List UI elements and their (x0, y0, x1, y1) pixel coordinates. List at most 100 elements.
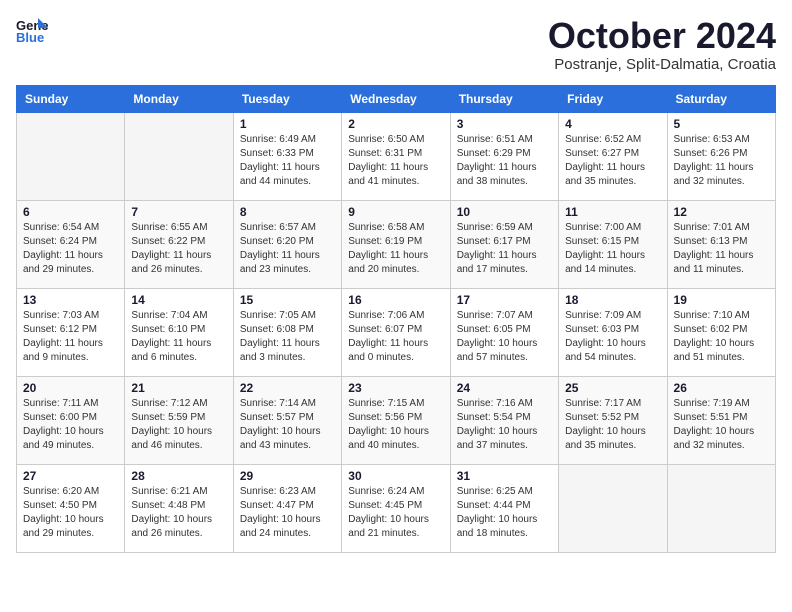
day-info: Sunrise: 6:57 AMSunset: 6:20 PMDaylight:… (240, 221, 335, 277)
day-number: 27 (23, 469, 118, 483)
weekday-header-wednesday: Wednesday (342, 85, 450, 112)
calendar-cell: 6Sunrise: 6:54 AMSunset: 6:24 PMDaylight… (17, 200, 125, 288)
day-info: Sunrise: 7:04 AMSunset: 6:10 PMDaylight:… (131, 309, 226, 365)
day-info: Sunrise: 6:55 AMSunset: 6:22 PMDaylight:… (131, 221, 226, 277)
calendar-cell: 21 Sunrise: 7:12 AMSunset: 5:59 PMDayligh… (125, 376, 233, 464)
day-info: Sunrise: 6:52 AMSunset: 6:27 PMDaylight:… (565, 133, 660, 189)
day-info: Sunrise: 7:10 AMSunset: 6:02 PMDaylight:… (674, 309, 769, 365)
calendar-cell (667, 464, 775, 552)
calendar-cell: 29 Sunrise: 6:23 AMSunset: 4:47 PMDayligh… (233, 464, 341, 552)
day-number: 10 (457, 205, 552, 219)
day-number: 17 (457, 293, 552, 307)
weekday-header-monday: Monday (125, 85, 233, 112)
day-info: Sunrise: 7:06 AMSunset: 6:07 PMDaylight:… (348, 309, 443, 365)
calendar-cell: 31 Sunrise: 6:25 AMSunset: 4:44 PMDayligh… (450, 464, 558, 552)
day-number: 21 (131, 381, 226, 395)
day-info: Sunrise: 7:11 AMSunset: 6:00 PMDaylight:… (23, 397, 118, 453)
location-subtitle: Postranje, Split-Dalmatia, Croatia (548, 56, 776, 73)
day-info: Sunrise: 7:00 AMSunset: 6:15 PMDaylight:… (565, 221, 660, 277)
day-info: Sunrise: 6:53 AMSunset: 6:26 PMDaylight:… (674, 133, 769, 189)
day-number: 8 (240, 205, 335, 219)
day-number: 15 (240, 293, 335, 307)
calendar-cell (125, 112, 233, 200)
day-info: Sunrise: 6:24 AMSunset: 4:45 PMDaylight:… (348, 485, 443, 541)
calendar-cell: 12Sunrise: 7:01 AMSunset: 6:13 PMDayligh… (667, 200, 775, 288)
calendar-table: SundayMondayTuesdayWednesdayThursdayFrid… (16, 85, 776, 553)
day-info: Sunrise: 7:19 AMSunset: 5:51 PMDaylight:… (674, 397, 769, 453)
day-number: 12 (674, 205, 769, 219)
day-number: 19 (674, 293, 769, 307)
day-info: Sunrise: 7:14 AMSunset: 5:57 PMDaylight:… (240, 397, 335, 453)
day-info: Sunrise: 6:54 AMSunset: 6:24 PMDaylight:… (23, 221, 118, 277)
day-number: 31 (457, 469, 552, 483)
day-number: 26 (674, 381, 769, 395)
calendar-cell: 9 Sunrise: 6:58 AMSunset: 6:19 PMDaylight… (342, 200, 450, 288)
day-info: Sunrise: 6:49 AMSunset: 6:33 PMDaylight:… (240, 133, 335, 189)
day-number: 5 (674, 117, 769, 131)
day-number: 20 (23, 381, 118, 395)
day-number: 11 (565, 205, 660, 219)
svg-text:Blue: Blue (16, 30, 44, 44)
weekday-header-sunday: Sunday (17, 85, 125, 112)
day-number: 14 (131, 293, 226, 307)
calendar-cell: 16 Sunrise: 7:06 AMSunset: 6:07 PMDayligh… (342, 288, 450, 376)
day-info: Sunrise: 6:51 AMSunset: 6:29 PMDaylight:… (457, 133, 552, 189)
day-info: Sunrise: 7:12 AMSunset: 5:59 PMDaylight:… (131, 397, 226, 453)
day-info: Sunrise: 7:03 AMSunset: 6:12 PMDaylight:… (23, 309, 118, 365)
calendar-cell: 14 Sunrise: 7:04 AMSunset: 6:10 PMDayligh… (125, 288, 233, 376)
day-number: 24 (457, 381, 552, 395)
day-number: 18 (565, 293, 660, 307)
logo: General Blue (16, 16, 48, 44)
day-info: Sunrise: 7:17 AMSunset: 5:52 PMDaylight:… (565, 397, 660, 453)
calendar-cell: 3Sunrise: 6:51 AMSunset: 6:29 PMDaylight… (450, 112, 558, 200)
calendar-cell: 30 Sunrise: 6:24 AMSunset: 4:45 PMDayligh… (342, 464, 450, 552)
day-number: 13 (23, 293, 118, 307)
calendar-cell: 26 Sunrise: 7:19 AMSunset: 5:51 PMDayligh… (667, 376, 775, 464)
day-info: Sunrise: 7:07 AMSunset: 6:05 PMDaylight:… (457, 309, 552, 365)
day-info: Sunrise: 7:05 AMSunset: 6:08 PMDaylight:… (240, 309, 335, 365)
calendar-cell (17, 112, 125, 200)
calendar-cell: 27 Sunrise: 6:20 AMSunset: 4:50 PMDayligh… (17, 464, 125, 552)
day-info: Sunrise: 6:58 AMSunset: 6:19 PMDaylight:… (348, 221, 443, 277)
day-number: 7 (131, 205, 226, 219)
calendar-cell: 22Sunrise: 7:14 AMSunset: 5:57 PMDayligh… (233, 376, 341, 464)
calendar-cell: 19 Sunrise: 7:10 AMSunset: 6:02 PMDayligh… (667, 288, 775, 376)
calendar-cell: 8 Sunrise: 6:57 AMSunset: 6:20 PMDaylight… (233, 200, 341, 288)
day-number: 1 (240, 117, 335, 131)
day-number: 25 (565, 381, 660, 395)
calendar-cell: 1 Sunrise: 6:49 AMSunset: 6:33 PMDaylight… (233, 112, 341, 200)
calendar-cell: 2Sunrise: 6:50 AMSunset: 6:31 PMDaylight… (342, 112, 450, 200)
day-number: 30 (348, 469, 443, 483)
day-number: 23 (348, 381, 443, 395)
day-info: Sunrise: 6:23 AMSunset: 4:47 PMDaylight:… (240, 485, 335, 541)
logo-icon: General Blue (16, 16, 48, 44)
day-info: Sunrise: 6:21 AMSunset: 4:48 PMDaylight:… (131, 485, 226, 541)
calendar-cell: 18 Sunrise: 7:09 AMSunset: 6:03 PMDayligh… (559, 288, 667, 376)
day-number: 4 (565, 117, 660, 131)
day-number: 29 (240, 469, 335, 483)
day-number: 2 (348, 117, 443, 131)
weekday-header-saturday: Saturday (667, 85, 775, 112)
day-number: 9 (348, 205, 443, 219)
calendar-cell: 13 Sunrise: 7:03 AMSunset: 6:12 PMDayligh… (17, 288, 125, 376)
calendar-cell: 4 Sunrise: 6:52 AMSunset: 6:27 PMDaylight… (559, 112, 667, 200)
day-info: Sunrise: 7:15 AMSunset: 5:56 PMDaylight:… (348, 397, 443, 453)
calendar-cell: 24Sunrise: 7:16 AMSunset: 5:54 PMDayligh… (450, 376, 558, 464)
day-number: 28 (131, 469, 226, 483)
calendar-cell (559, 464, 667, 552)
calendar-cell: 15 Sunrise: 7:05 AMSunset: 6:08 PMDayligh… (233, 288, 341, 376)
title-section: October 2024 Postranje, Split-Dalmatia, … (548, 16, 776, 73)
day-info: Sunrise: 7:09 AMSunset: 6:03 PMDaylight:… (565, 309, 660, 365)
calendar-cell: 5 Sunrise: 6:53 AMSunset: 6:26 PMDaylight… (667, 112, 775, 200)
weekday-header-tuesday: Tuesday (233, 85, 341, 112)
calendar-cell: 28 Sunrise: 6:21 AMSunset: 4:48 PMDayligh… (125, 464, 233, 552)
calendar-cell: 10Sunrise: 6:59 AMSunset: 6:17 PMDayligh… (450, 200, 558, 288)
day-info: Sunrise: 6:20 AMSunset: 4:50 PMDaylight:… (23, 485, 118, 541)
calendar-cell: 17 Sunrise: 7:07 AMSunset: 6:05 PMDayligh… (450, 288, 558, 376)
day-number: 16 (348, 293, 443, 307)
calendar-cell: 7 Sunrise: 6:55 AMSunset: 6:22 PMDaylight… (125, 200, 233, 288)
calendar-cell: 20 Sunrise: 7:11 AMSunset: 6:00 PMDayligh… (17, 376, 125, 464)
weekday-header-friday: Friday (559, 85, 667, 112)
day-info: Sunrise: 6:25 AMSunset: 4:44 PMDaylight:… (457, 485, 552, 541)
month-title: October 2024 (548, 16, 776, 56)
